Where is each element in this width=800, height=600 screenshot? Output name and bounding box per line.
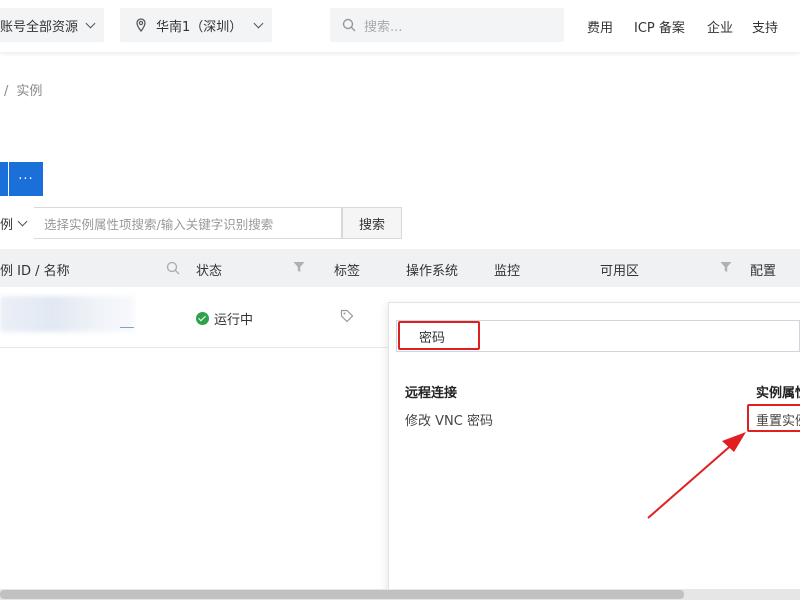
- column-header-zone: 可用区: [600, 264, 640, 279]
- region-label: 华南1（深圳）: [156, 19, 243, 35]
- column-header-monitor: 监控: [494, 264, 521, 279]
- nav-link-support[interactable]: 支持: [752, 17, 778, 36]
- search-placeholder: 搜索...: [364, 19, 403, 35]
- chevron-down-icon: [85, 18, 96, 29]
- filter-attribute-label: 例: [0, 217, 14, 233]
- more-actions-button[interactable]: ···: [9, 162, 43, 196]
- horizontal-scrollbar[interactable]: [0, 589, 800, 600]
- filter-icon[interactable]: [720, 261, 732, 273]
- check-circle-icon: [196, 312, 209, 325]
- nav-link-billing[interactable]: 费用: [587, 17, 613, 36]
- filter-search-button-label: 搜索: [358, 217, 385, 233]
- filter-search-button[interactable]: 搜索: [342, 207, 402, 239]
- breadcrumb: / 实例: [0, 80, 42, 99]
- scrollbar-thumb[interactable]: [0, 590, 684, 599]
- chevron-down-icon: [253, 18, 264, 29]
- filter-placeholder: 选择实例属性项搜索/输入关键字识别搜索: [44, 216, 274, 232]
- filter-attribute-select[interactable]: 例: [0, 207, 34, 239]
- account-scope-label: 账号全部资源: [0, 19, 79, 35]
- top-navigation-bar: 账号全部资源 华南1（深圳） 搜索... 费用 ICP 备案 企业 支持: [0, 0, 800, 52]
- breadcrumb-current: 实例: [16, 84, 43, 99]
- search-icon[interactable]: [166, 261, 180, 275]
- breadcrumb-separator: /: [4, 84, 9, 99]
- highlight-box-search: [398, 321, 480, 350]
- global-search-input[interactable]: 搜索...: [330, 8, 564, 42]
- create-instance-button[interactable]: [0, 162, 8, 196]
- redacted-instance-name: [120, 300, 134, 328]
- search-icon: [342, 18, 356, 32]
- group-title-remote-connect: 远程连接: [405, 386, 458, 401]
- filter-icon[interactable]: [293, 261, 305, 273]
- nav-link-icp[interactable]: ICP 备案: [634, 17, 685, 36]
- column-header-tags: 标签: [334, 264, 361, 279]
- status-text: 运行中: [214, 313, 254, 328]
- column-header-os: 操作系统: [406, 264, 459, 279]
- highlight-box-reset: [747, 404, 800, 432]
- filter-search-input[interactable]: 选择实例属性项搜索/输入关键字识别搜索: [34, 207, 342, 239]
- table-header: 例 ID / 名称 状态 标签 操作系统 监控 可用区 配置: [0, 249, 800, 287]
- status-badge: 运行中: [196, 309, 253, 328]
- chevron-down-icon: [17, 216, 28, 226]
- column-header-id-name: 例 ID / 名称: [0, 264, 70, 279]
- group-title-instance-attributes: 实例属性: [756, 386, 800, 401]
- tag-icon[interactable]: [340, 309, 354, 323]
- location-pin-icon: [136, 18, 146, 32]
- region-dropdown[interactable]: 华南1（深圳）: [120, 8, 272, 42]
- redacted-instance-id: [0, 296, 135, 332]
- nav-link-enterprise[interactable]: 企业: [707, 17, 733, 36]
- menu-item-modify-vnc-password[interactable]: 修改 VNC 密码: [405, 410, 493, 429]
- account-scope-dropdown[interactable]: 账号全部资源: [0, 8, 104, 42]
- column-header-status: 状态: [196, 264, 223, 279]
- column-header-config: 配置: [750, 264, 777, 279]
- more-actions-label: ···: [18, 171, 34, 187]
